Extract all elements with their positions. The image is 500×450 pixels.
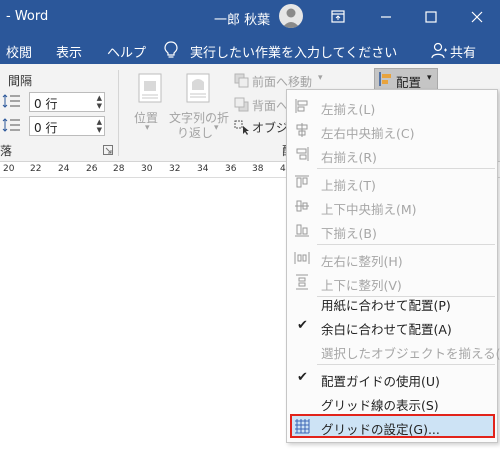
menu-item-label: 上下中央揃え(M) xyxy=(321,202,417,217)
spinner-arrows-icon[interactable]: ▲ ▼ xyxy=(97,94,102,110)
tab-view[interactable]: 表示 xyxy=(56,42,82,61)
dialog-launcher-icon[interactable] xyxy=(103,144,113,155)
ribbon-tab-bar: 校閲 表示 ヘルプ 実行したい作業を入力してください 共有 xyxy=(0,34,500,64)
tab-help[interactable]: ヘルプ xyxy=(107,42,146,61)
ruler-mark: 20 xyxy=(3,164,15,174)
checkmark-icon: ✔ xyxy=(297,318,308,333)
bring-forward-icon[interactable] xyxy=(233,72,253,90)
menu-separator xyxy=(317,364,495,365)
grid-settings-icon xyxy=(294,418,310,434)
menu-item-label: 選択したオブジェクトを揃える(O) xyxy=(321,346,500,361)
ruler-mark: 22 xyxy=(30,164,42,174)
menu-item-align-right[interactable]: 右揃え(R) xyxy=(287,142,497,166)
minimize-icon[interactable] xyxy=(375,6,397,28)
selection-pane-icon[interactable] xyxy=(233,118,253,136)
checkmark-icon: ✔ xyxy=(297,370,308,385)
menu-item-distribute-horizontal[interactable]: 左右に整列(H) xyxy=(287,246,497,270)
ribbon-separator xyxy=(118,70,119,156)
menu-item-label: 左右中央揃え(C) xyxy=(321,126,415,141)
user-avatar-icon[interactable] xyxy=(279,4,303,28)
spacing-before-value: 0 行 xyxy=(34,97,58,111)
send-backward-icon[interactable] xyxy=(233,96,253,114)
ruler-mark: 38 xyxy=(252,164,264,174)
spacing-before-input[interactable]: 0 行 ▲ ▼ xyxy=(29,92,105,112)
menu-item-label: 上揃え(T) xyxy=(321,178,376,193)
menu-item-align-to-page[interactable]: 用紙に合わせて配置(P) xyxy=(287,290,497,314)
close-icon[interactable] xyxy=(466,6,488,28)
wrap-text-icon[interactable] xyxy=(178,72,218,108)
menu-item-label: 余白に合わせて配置(A) xyxy=(321,322,452,337)
send-backward-label[interactable]: 背面へ xyxy=(252,97,288,114)
distribute-horizontal-icon xyxy=(294,250,310,266)
bring-forward-dropdown-icon[interactable]: ▾ xyxy=(318,73,323,83)
menu-item-label: グリッド線の表示(S) xyxy=(321,398,439,413)
title-bar: - Word 一郎 秋葉 xyxy=(0,0,500,34)
ruler-mark: 24 xyxy=(58,164,70,174)
share-button[interactable]: 共有 xyxy=(450,42,476,61)
paragraph-group-label: 落 xyxy=(0,144,13,158)
bring-forward-label[interactable]: 前面へ移動 xyxy=(252,73,312,90)
wrap-dropdown-icon[interactable]: ▾ xyxy=(214,123,219,133)
ribbon-display-options-icon[interactable] xyxy=(327,6,349,28)
ruler-mark: 4 xyxy=(280,164,286,174)
menu-item-align-to-margin[interactable]: ✔ 余白に合わせて配置(A) xyxy=(287,314,497,338)
tab-review[interactable]: 校閲 xyxy=(6,42,32,61)
lightbulb-icon xyxy=(163,41,179,59)
distribute-vertical-icon xyxy=(294,274,310,290)
menu-separator xyxy=(317,244,495,245)
position-icon[interactable] xyxy=(130,72,170,108)
menu-item-view-gridlines[interactable]: グリッド線の表示(S) xyxy=(287,390,497,414)
menu-item-align-bottom[interactable]: 下揃え(B) xyxy=(287,218,497,242)
align-center-icon xyxy=(294,122,310,138)
menu-item-grid-settings[interactable]: グリッドの設定(G)... xyxy=(290,414,495,438)
menu-item-label: 左揃え(L) xyxy=(321,102,376,117)
align-middle-icon xyxy=(294,198,310,214)
menu-item-label: 左右に整列(H) xyxy=(321,254,403,269)
ruler-mark: 36 xyxy=(225,164,237,174)
menu-item-label: 配置ガイドの使用(U) xyxy=(321,374,440,389)
menu-item-align-top[interactable]: 上揃え(T) xyxy=(287,170,497,194)
user-name[interactable]: 一郎 秋葉 xyxy=(214,9,270,28)
spacing-after-input[interactable]: 0 行 ▲ ▼ xyxy=(29,116,105,136)
menu-item-label: 下揃え(B) xyxy=(321,226,377,241)
menu-item-align-selected-objects[interactable]: 選択したオブジェクトを揃える(O) xyxy=(287,338,500,362)
menu-item-use-alignment-guides[interactable]: ✔ 配置ガイドの使用(U) xyxy=(287,366,497,390)
menu-separator xyxy=(317,168,495,169)
menu-item-label: グリッドの設定(G)... xyxy=(321,422,440,437)
spacing-after-icon xyxy=(2,116,22,134)
spacing-after-value: 0 行 xyxy=(34,121,58,135)
align-top-icon xyxy=(294,174,310,190)
align-bottom-icon xyxy=(294,222,310,238)
menu-item-align-middle[interactable]: 上下中央揃え(M) xyxy=(287,194,497,218)
ruler-mark: 28 xyxy=(113,164,125,174)
ruler-mark: 26 xyxy=(86,164,98,174)
spinner-arrows-icon[interactable]: ▲ ▼ xyxy=(97,118,102,134)
maximize-icon[interactable] xyxy=(420,6,442,28)
align-left-icon xyxy=(294,98,310,114)
menu-item-align-center[interactable]: 左右中央揃え(C) xyxy=(287,118,497,142)
ruler-mark: 32 xyxy=(169,164,181,174)
tell-me-search[interactable]: 実行したい作業を入力してください xyxy=(190,42,397,61)
spacing-label: 間隔 xyxy=(8,74,33,88)
align-right-icon xyxy=(294,146,310,162)
align-dropdown-icon: ▾ xyxy=(427,73,432,83)
align-dropdown-menu: 左揃え(L) 左右中央揃え(C) 右揃え(R) 上揃え(T) 上下中央揃え(M)… xyxy=(286,89,500,443)
share-person-icon[interactable] xyxy=(430,41,448,59)
menu-item-label: 用紙に合わせて配置(P) xyxy=(321,298,451,313)
position-dropdown-icon[interactable]: ▾ xyxy=(145,123,150,133)
wrap-text-label-2[interactable]: り返し xyxy=(177,124,213,141)
menu-item-align-left[interactable]: 左揃え(L) xyxy=(287,94,497,118)
window-title: - Word xyxy=(6,9,49,24)
ruler-mark: 34 xyxy=(197,164,209,174)
spacing-before-icon xyxy=(2,92,22,110)
align-button[interactable]: 配置 ▾ xyxy=(374,68,438,90)
align-icon xyxy=(378,71,394,87)
ruler-mark: 30 xyxy=(141,164,153,174)
menu-item-label: 右揃え(R) xyxy=(321,150,377,165)
